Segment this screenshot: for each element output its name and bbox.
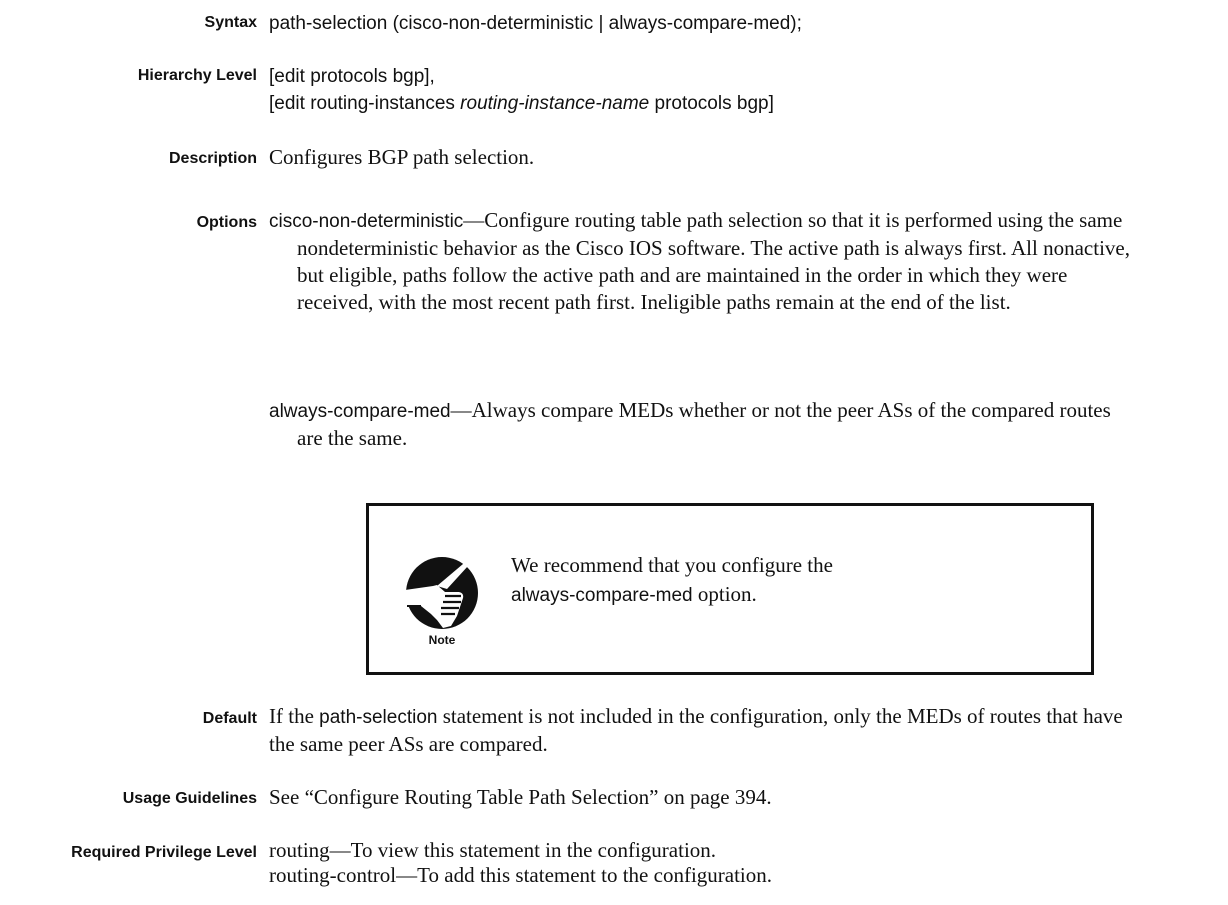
note-box: Note We recommend that you configure the… [366, 503, 1094, 675]
privilege-text: routing—To view this statement in the co… [269, 838, 772, 888]
option-term-always: always-compare-med [269, 401, 451, 422]
privilege-label: Required Privilege Level [71, 844, 257, 861]
hierarchy-line-2: [edit routing-instances routing-instance… [269, 90, 774, 117]
option-item-cisco: cisco-non-deterministic—Configure routin… [269, 207, 1135, 316]
hierarchy-text: [edit protocols bgp], [edit routing-inst… [269, 63, 774, 117]
description-text: Configures BGP path selection. [269, 145, 535, 169]
privilege-text-routing-control: —To add this statement to the configurat… [396, 863, 773, 887]
privilege-line-1: routing—To view this statement in the co… [269, 838, 772, 863]
privilege-term-routing: routing [269, 838, 330, 862]
description-label: Description [168, 150, 257, 167]
usage-label: Usage Guidelines [122, 790, 257, 807]
note-icon-label: Note [429, 633, 456, 646]
option-item-always: always-compare-med—Always compare MEDs w… [269, 397, 1135, 452]
privilege-line-2: routing-control—To add this statement to… [269, 863, 772, 888]
syntax-text: path-selection (cisco-non-deterministic … [269, 13, 802, 34]
routing-instance-name: routing-instance-name [460, 93, 650, 114]
option-term-cisco: cisco-non-deterministic [269, 211, 464, 232]
privilege-term-routing-control: routing-control [269, 863, 397, 887]
default-text: If the path-selection statement is not i… [269, 703, 1129, 758]
default-pre: If the [269, 704, 320, 728]
hierarchy-line-1: [edit protocols bgp], [269, 66, 435, 87]
privilege-text-routing: —To view this statement in the configura… [329, 838, 717, 862]
note-text: We recommend that you configure the alway… [511, 551, 931, 609]
syntax-label: Syntax [204, 14, 257, 31]
note-text-pre: We recommend that you configure the [511, 553, 833, 577]
options-label: Options [196, 214, 257, 231]
hierarchy-label: Hierarchy Level [137, 67, 257, 84]
default-term: path-selection [319, 707, 438, 728]
pointing-hand-icon: Note [401, 556, 483, 647]
hierarchy-line-2-pre: [edit routing-instances [269, 93, 461, 114]
note-term: always-compare-med [511, 585, 693, 606]
default-label: Default [202, 710, 257, 727]
hierarchy-line-2-post: protocols bgp] [649, 93, 774, 114]
note-text-post: option. [692, 582, 757, 606]
usage-text: See “Configure Routing Table Path Select… [269, 785, 772, 809]
